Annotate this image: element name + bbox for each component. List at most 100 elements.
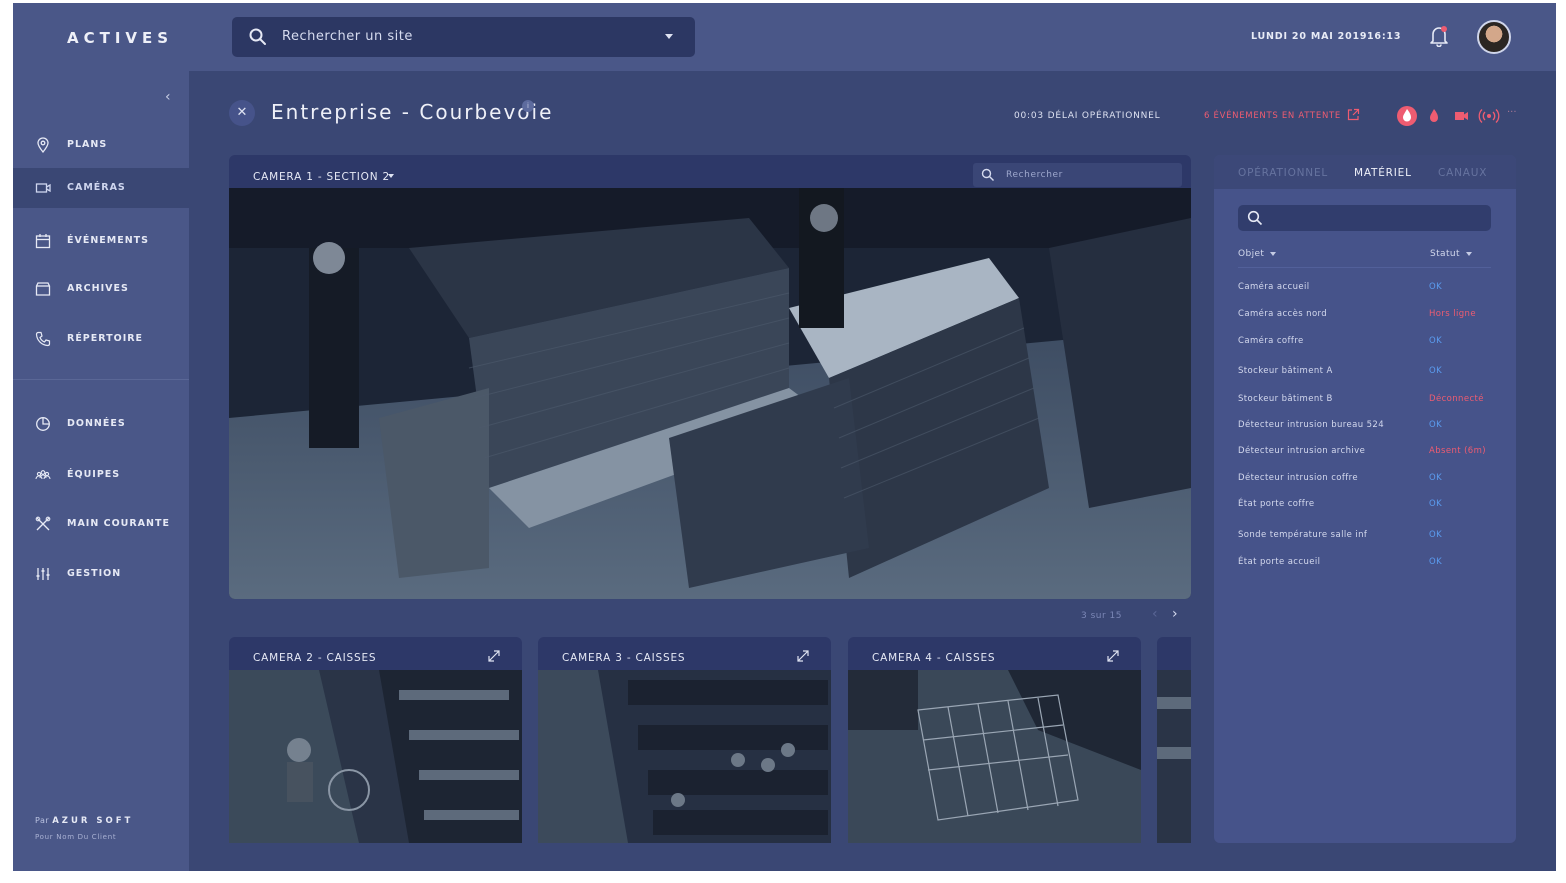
calendar-icon [35, 234, 51, 249]
column-header-label: Objet [1238, 249, 1265, 259]
info-icon[interactable]: i [522, 100, 534, 112]
sidebar-item-plans[interactable]: PLANS [13, 125, 189, 165]
equipment-name[interactable]: Caméra accès nord [1238, 309, 1327, 319]
sidebar-item-label: RÉPERTOIRE [67, 333, 144, 344]
equipment-status: OK [1429, 282, 1443, 292]
equipment-status: OK [1429, 557, 1443, 567]
thumbnail-label: CAMERA 3 - CAISSES [562, 652, 686, 664]
column-header-status[interactable]: Statut [1430, 249, 1472, 259]
equipment-name[interactable]: Sonde température salle inf [1238, 530, 1367, 540]
main-camera-view: CAMERA 1 - SECTION 2 Rechercher [229, 155, 1191, 599]
sidebar-item-label: MAIN COURANTE [67, 518, 170, 529]
sidebar-item-label: ÉQUIPES [67, 469, 121, 480]
more-options-icon[interactable]: ··· [1507, 107, 1517, 118]
equipment-status: OK [1429, 473, 1443, 483]
search-icon [1247, 210, 1263, 226]
brand-credit: Par AZUR SOFT [35, 816, 133, 826]
sidebar-item-donnees[interactable]: DONNÉES [13, 404, 189, 444]
signal-alert-icon[interactable] [1478, 109, 1500, 123]
equipment-name[interactable]: Stockeur bâtiment B [1238, 394, 1333, 404]
tab-canaux[interactable]: CANAUX [1438, 167, 1487, 179]
header-divider [1238, 267, 1491, 268]
thumbnail-label: CAMERA 2 - CAISSES [253, 652, 377, 664]
sidebar-item-label: GESTION [67, 568, 122, 579]
close-button[interactable]: ✕ [229, 100, 255, 126]
sidebar-item-archives[interactable]: ARCHIVES [13, 269, 189, 309]
equipment-name[interactable]: Stockeur bâtiment A [1238, 366, 1333, 376]
fire-alert-icon[interactable] [1397, 106, 1417, 126]
current-time: 16:13 [1367, 31, 1402, 42]
expand-icon[interactable] [797, 650, 809, 662]
equipment-status: OK [1429, 366, 1443, 376]
expand-icon[interactable] [488, 650, 500, 662]
site-search-placeholder: Rechercher un site [282, 29, 413, 44]
phone-icon [35, 331, 51, 347]
external-link-icon[interactable] [1347, 108, 1360, 121]
equipment-status: Hors ligne [1429, 309, 1476, 319]
sort-icon [1465, 251, 1472, 256]
camera-thumbnail[interactable]: CAMERA 2 - CAISSES [229, 637, 522, 843]
sliders-icon [36, 568, 50, 580]
sidebar-item-events[interactable]: ÉVÉNEMENTS [13, 221, 189, 261]
pager-text: 3 sur 15 [1081, 611, 1122, 621]
brand-prefix: Par [35, 816, 50, 825]
camera-video-feed[interactable] [229, 188, 1191, 599]
sidebar: ‹ PLANS CAMÉRAS ÉVÉNEMENTS ARCHIVES RÉPE… [13, 71, 189, 871]
sidebar-item-main-courante[interactable]: MAIN COURANTE [13, 504, 189, 544]
search-icon [981, 168, 994, 181]
app-logo[interactable]: ACTIVES [67, 29, 173, 47]
column-header-object[interactable]: Objet [1238, 249, 1277, 259]
camera-thumbnail-partial[interactable] [1157, 637, 1191, 843]
camera-thumbnail[interactable]: CAMERA 3 - CAISSES [538, 637, 831, 843]
equipment-status: OK [1429, 530, 1443, 540]
collapse-sidebar-icon[interactable]: ‹ [165, 89, 171, 105]
equipment-name[interactable]: Caméra accueil [1238, 282, 1310, 292]
brand-name: AZUR SOFT [52, 816, 134, 826]
flame-icon[interactable] [1430, 109, 1438, 122]
equipment-name[interactable]: État porte coffre [1238, 499, 1315, 509]
tab-operationnel[interactable]: OPÉRATIONNEL [1238, 167, 1328, 179]
chevron-down-icon[interactable] [388, 174, 394, 178]
notification-bell-icon[interactable] [1429, 25, 1449, 47]
camera-search-placeholder: Rechercher [1006, 170, 1063, 180]
page-title: Entreprise - Courbevoie [271, 100, 554, 124]
sidebar-item-cameras[interactable]: CAMÉRAS [13, 168, 189, 208]
pending-events-link[interactable]: 6 ÉVÉNEMENTS EN ATTENTE [1204, 111, 1341, 121]
camera-select[interactable]: CAMERA 1 - SECTION 2 [253, 171, 390, 183]
equipment-name[interactable]: Détecteur intrusion coffre [1238, 473, 1358, 483]
equipment-status: OK [1429, 420, 1443, 430]
equipment-status: OK [1429, 336, 1443, 346]
equipment-name[interactable]: État porte accueil [1238, 557, 1320, 567]
top-bar: ACTIVES Rechercher un site LUNDI 20 MAI … [13, 3, 1556, 71]
chevron-left-icon[interactable]: ‹ [1152, 606, 1158, 622]
camera-video-feed [848, 670, 1141, 843]
expand-icon[interactable] [1107, 650, 1119, 662]
video-alert-icon[interactable] [1455, 112, 1468, 120]
chevron-down-icon[interactable] [665, 34, 673, 39]
sort-icon [1270, 251, 1277, 256]
equipment-name[interactable]: Détecteur intrusion archive [1238, 446, 1365, 456]
camera-search-input[interactable]: Rechercher [973, 163, 1182, 187]
user-avatar[interactable] [1477, 20, 1511, 54]
equipment-status: Absent (6m) [1429, 446, 1487, 456]
column-header-label: Statut [1430, 249, 1460, 259]
equipment-status: Déconnecté [1429, 394, 1484, 404]
equipment-search-input[interactable] [1238, 205, 1491, 231]
team-icon [35, 470, 51, 480]
sidebar-item-repertoire[interactable]: RÉPERTOIRE [13, 319, 189, 359]
sidebar-item-equipes[interactable]: ÉQUIPES [13, 455, 189, 495]
chevron-right-icon[interactable]: › [1172, 606, 1178, 622]
equipment-name[interactable]: Détecteur intrusion bureau 524 [1238, 420, 1384, 430]
operational-delay: 00:03 DÉLAI OPÉRATIONNEL [1014, 111, 1161, 121]
equipment-name[interactable]: Caméra coffre [1238, 336, 1304, 346]
camera-video-feed [1157, 670, 1191, 843]
equipment-panel: OPÉRATIONNEL MATÉRIEL CANAUX Objet Statu… [1214, 155, 1516, 843]
tab-materiel[interactable]: MATÉRIEL [1354, 167, 1412, 179]
camera-icon [35, 183, 51, 193]
camera-thumbnail[interactable]: CAMERA 4 - CAISSES [848, 637, 1141, 843]
app-window: ACTIVES Rechercher un site LUNDI 20 MAI … [13, 3, 1556, 871]
sidebar-item-gestion[interactable]: GESTION [13, 554, 189, 594]
sidebar-item-label: DONNÉES [67, 418, 126, 429]
tools-icon [35, 516, 51, 531]
site-search-input[interactable]: Rechercher un site [232, 17, 695, 57]
